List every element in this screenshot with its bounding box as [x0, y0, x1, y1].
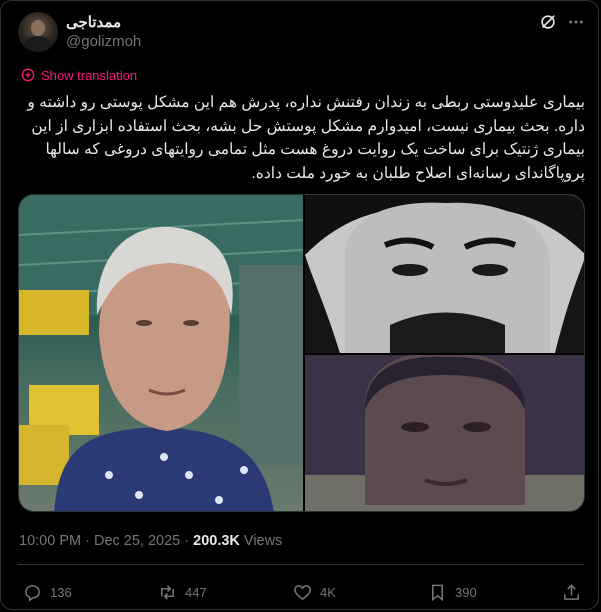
photo-color-young-man-art [305, 355, 584, 511]
views-label: Views [239, 533, 283, 549]
photo-bw-young-man[interactable] [305, 195, 584, 353]
show-translation-link[interactable]: Show translation [21, 67, 137, 83]
meta-separator: · [81, 533, 94, 549]
tweet-time[interactable]: 10:00 PM [19, 533, 81, 549]
repost-button[interactable]: 447 [158, 583, 207, 602]
like-button[interactable]: 4K [293, 583, 336, 602]
avatar-body [24, 36, 52, 52]
reply-count: 136 [50, 585, 72, 600]
repost-count: 447 [185, 585, 207, 600]
share-icon [564, 584, 579, 600]
divider [18, 564, 584, 565]
photo-color-young-man[interactable] [305, 355, 584, 511]
avatar[interactable] [18, 12, 58, 52]
author-handle[interactable]: @golizmoh [66, 33, 141, 50]
repost-icon [161, 585, 174, 600]
share-button[interactable] [562, 583, 581, 602]
bookmark-icon [431, 584, 444, 602]
tweet-text: بیماری علیدوستی ربطی به زندان رفتنش ندار… [27, 94, 585, 182]
views-count: 200.3K [193, 533, 240, 549]
author-name[interactable]: ممدتاجی [66, 13, 121, 31]
avatar-head [31, 20, 45, 36]
like-icon [294, 585, 311, 601]
reply-button[interactable]: 136 [23, 583, 72, 602]
tweet-card: ممدتاجی @golizmoh Show translation بیمار… [0, 0, 599, 610]
more-icon[interactable] [567, 13, 585, 31]
grok-icon[interactable] [539, 13, 557, 31]
bookmark-button[interactable]: 390 [428, 583, 477, 602]
bookmark-count: 390 [455, 585, 477, 600]
reply-icon [25, 585, 40, 602]
meta-separator-2: · [180, 533, 194, 549]
show-translation-label: Show translation [41, 67, 138, 83]
like-count: 4K [320, 585, 336, 600]
tweet-date[interactable]: Dec 25, 2025 [94, 533, 180, 549]
media-grid [18, 194, 585, 512]
photo-bw-young-man-art [305, 195, 584, 353]
photo-older-man-stadium[interactable] [19, 195, 303, 511]
translate-icon [21, 68, 35, 82]
tweet-meta: 10:00 PM · Dec 25, 2025 · 200.3K Views [19, 533, 282, 549]
photo-older-man-art [19, 195, 303, 511]
